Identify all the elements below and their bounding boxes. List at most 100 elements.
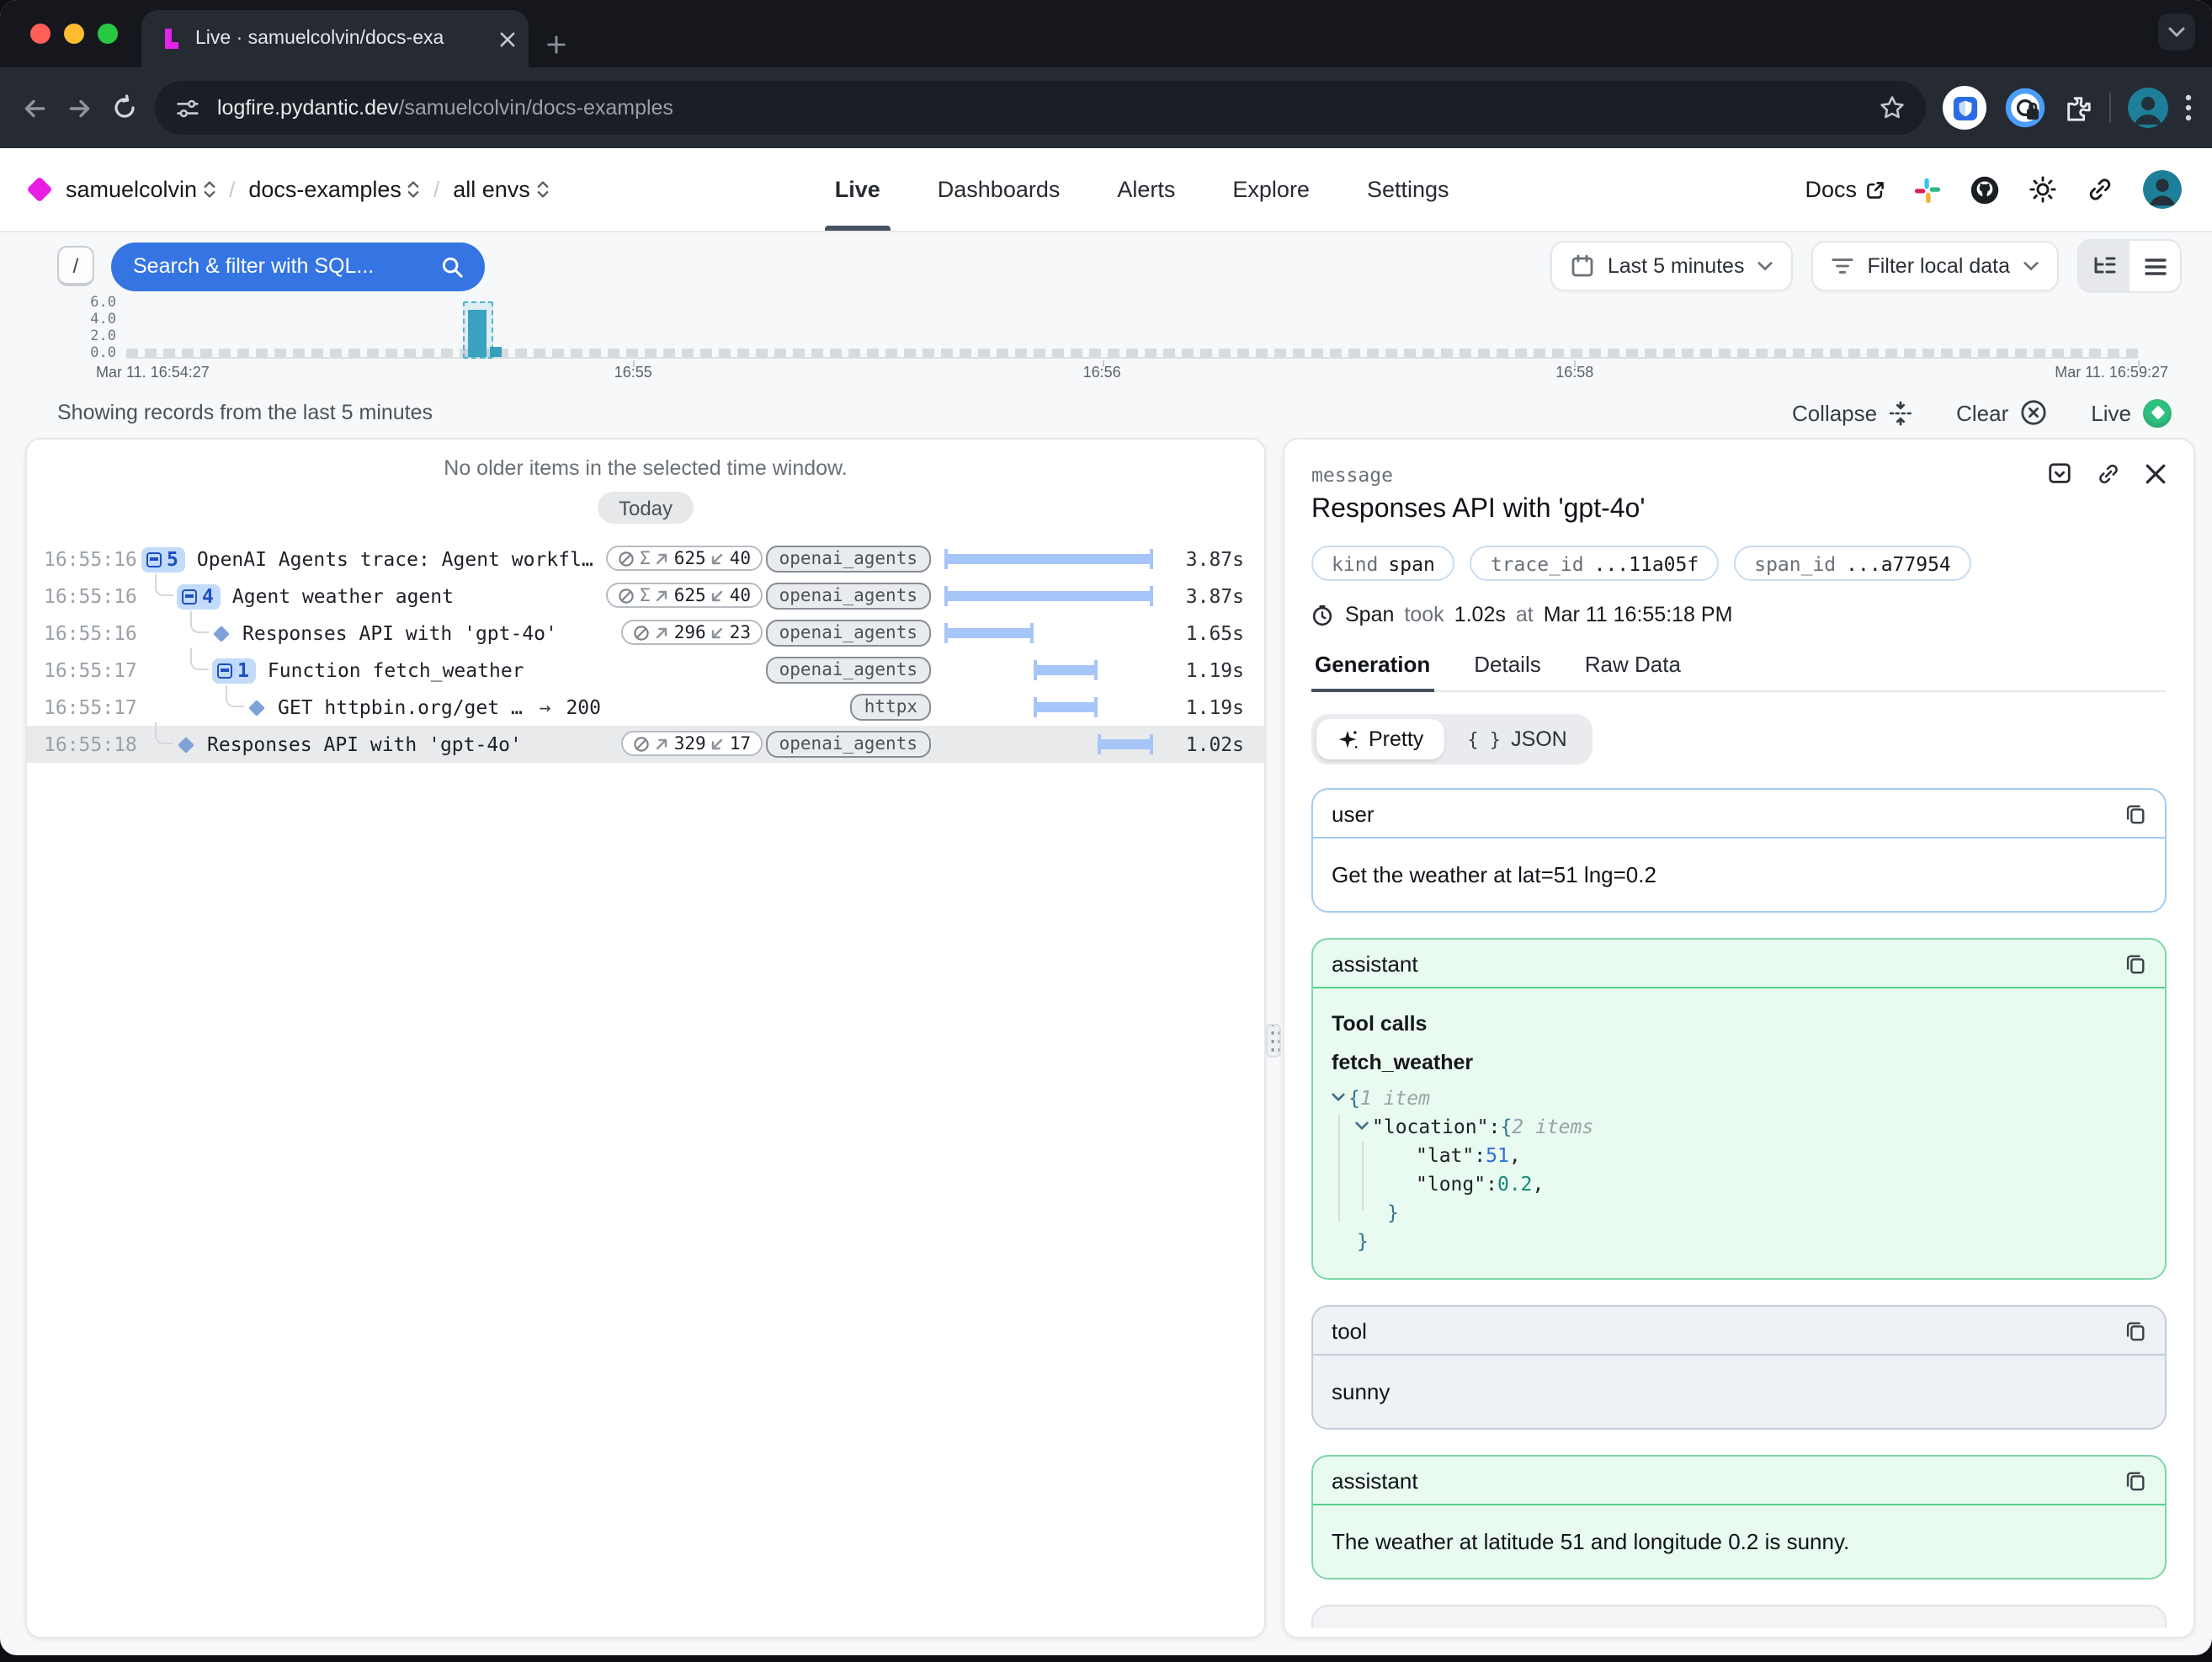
browser-profile-avatar[interactable] [2128,88,2168,128]
user-avatar[interactable] [2143,170,2182,209]
today-chip[interactable]: Today [598,492,693,524]
address-bar[interactable]: logfire.pydantic.dev/samuelcolvin/docs-e… [155,81,1926,135]
breadcrumb-item-docs-examples[interactable]: docs-examples [248,177,420,202]
trace-row-duration: 3.87s [1167,547,1244,571]
trace-row-name: OpenAI Agents trace: Agent workflow [197,547,601,571]
nav-tab-explore[interactable]: Explore [1232,148,1310,231]
maximize-window-button[interactable] [98,24,118,44]
copy-icon[interactable] [2124,952,2146,974]
tree-view-button[interactable] [2079,241,2130,291]
trace-row-name-cell: GET httpbin.org/get ? lat='51.0' & long=… [141,695,601,719]
new-tab-button[interactable] [545,34,567,56]
copy-icon[interactable] [2124,1319,2146,1341]
scope-tag[interactable]: openai_agents [766,583,931,610]
search-filter-button[interactable]: Search & filter with SQL... [111,242,485,290]
trace-row[interactable]: 16:55:16Responses API with 'gpt-4o'29623… [27,615,1264,652]
panel-resize-handle[interactable] [1266,1024,1281,1057]
password-manager-extension-icon[interactable] [2003,86,2047,130]
collapse-badge[interactable]: 5 [141,546,185,572]
token-cell: Σ62540 [606,583,763,610]
meta-pill-span_id[interactable]: span_id...a77954 [1734,546,1971,581]
timeline-bar [489,346,501,357]
duration-bar-track [944,548,1153,570]
copy-link-icon[interactable] [2096,461,2121,487]
scope-tag[interactable]: openai_agents [766,731,931,758]
slack-icon[interactable] [1914,176,1941,203]
live-toggle[interactable]: Live [2091,398,2172,427]
token-output-count: 23 [730,623,751,643]
records-timeline-chart[interactable]: 6.04.02.00.0Mar 11. 16:54:2716:5516:5616… [0,300,2212,391]
tree-collapse-chevron-icon[interactable] [1355,1121,1369,1130]
minimize-window-button[interactable] [64,24,84,44]
scope-tag[interactable]: openai_agents [766,657,931,684]
list-view-button[interactable] [2130,241,2180,291]
close-panel-icon[interactable] [2145,461,2167,487]
tab-generation[interactable]: Generation [1311,645,1433,690]
token-usage-badge: Σ62540 [606,546,763,572]
nav-tab-live[interactable]: Live [835,148,880,231]
breadcrumb: samuelcolvin/docs-examples/all envs [66,177,549,202]
nav-tab-settings[interactable]: Settings [1367,148,1449,231]
bookmark-star-icon[interactable] [1879,94,1906,121]
scope-tag[interactable]: httpx [851,694,931,721]
collapse-icon [1889,400,1912,425]
site-settings-icon[interactable] [175,95,200,120]
tab-search-chevron-button[interactable] [2158,13,2195,51]
trace-row[interactable]: 16:55:164Agent weather agentΣ62540openai… [27,578,1264,615]
extensions-puzzle-icon[interactable] [2064,93,2092,122]
token-cell: Σ62540 [606,546,763,573]
breadcrumb-label: all envs [453,177,530,202]
message-card-body: Tool callsfetch_weather{ 1 item"location… [1313,988,2165,1278]
browser-tab[interactable]: Live · samuelcolvin/docs-exa [141,10,529,67]
docs-link[interactable]: Docs [1805,177,1885,202]
json-segment-brace: } [1387,1200,1399,1223]
clear-button[interactable]: Clear [1956,399,2047,426]
trace-row-name: Agent weather agent [232,584,454,608]
json-segment-note: 2 items [1512,1114,1593,1137]
breadcrumb-item-samuelcolvin[interactable]: samuelcolvin [66,177,215,202]
close-window-button[interactable] [30,24,51,44]
copy-icon[interactable] [2124,802,2146,824]
browser-menu-kebab-icon[interactable] [2185,94,2192,121]
nav-tab-alerts[interactable]: Alerts [1117,148,1175,231]
tab-close-icon[interactable] [500,31,515,46]
forward-button[interactable] [66,93,94,122]
breadcrumb-item-all envs[interactable]: all envs [453,177,549,202]
bitwarden-extension-icon[interactable] [1943,86,1986,130]
tree-collapse-chevron-icon[interactable] [1332,1093,1345,1101]
tab-raw-data[interactable]: Raw Data [1582,645,1684,690]
copy-icon[interactable] [2124,1469,2146,1491]
pin-view-icon[interactable] [2047,461,2072,487]
reload-button[interactable] [111,94,138,121]
github-icon[interactable] [1970,174,2000,205]
trace-row-name: Function fetch_weather [268,658,524,682]
share-link-icon[interactable] [2086,175,2114,204]
theme-sun-icon[interactable] [2029,175,2057,204]
nav-tab-dashboards[interactable]: Dashboards [938,148,1061,231]
trace-row[interactable]: 16:55:165OpenAI Agents trace: Agent work… [27,541,1264,578]
collapse-badge[interactable]: 4 [177,583,221,609]
collapse-badge[interactable]: 1 [212,658,256,683]
scope-tag[interactable]: openai_agents [766,546,931,573]
trace-row[interactable]: 16:55:18Responses API with 'gpt-4o'32917… [27,726,1264,763]
tab-details[interactable]: Details [1470,645,1545,690]
view-mode-pretty[interactable]: Pretty [1316,719,1444,759]
trace-row-time: 16:55:18 [44,732,128,756]
span-duration-line: Span took 1.02s at Mar 11 16:55:18 PM [1311,603,2167,626]
showing-records-text: Showing records from the last 5 minutes [57,401,433,424]
json-tree-line: } [1332,1197,2146,1226]
trace-row[interactable]: 16:55:17GET httpbin.org/get ? lat='51.0'… [27,689,1264,726]
x-axis-tickmark [1575,360,1577,367]
trace-row[interactable]: 16:55:171Function fetch_weatheropenai_ag… [27,652,1264,689]
time-range-dropdown[interactable]: Last 5 minutes [1550,241,1794,291]
trace-row-duration: 1.65s [1167,621,1244,645]
collapse-button[interactable]: Collapse [1792,400,1912,425]
filter-local-data-dropdown[interactable]: Filter local data [1811,241,2059,291]
meta-pill-trace_id[interactable]: trace_id...11a05f [1470,546,1719,581]
view-mode-json[interactable]: { }JSON [1447,719,1587,759]
scope-tag[interactable]: openai_agents [766,620,931,647]
token-input-count: 625 [674,586,706,606]
meta-pill-kind[interactable]: kindspan [1311,546,1455,581]
back-button[interactable] [20,93,49,122]
collapse-count: 4 [202,584,214,608]
